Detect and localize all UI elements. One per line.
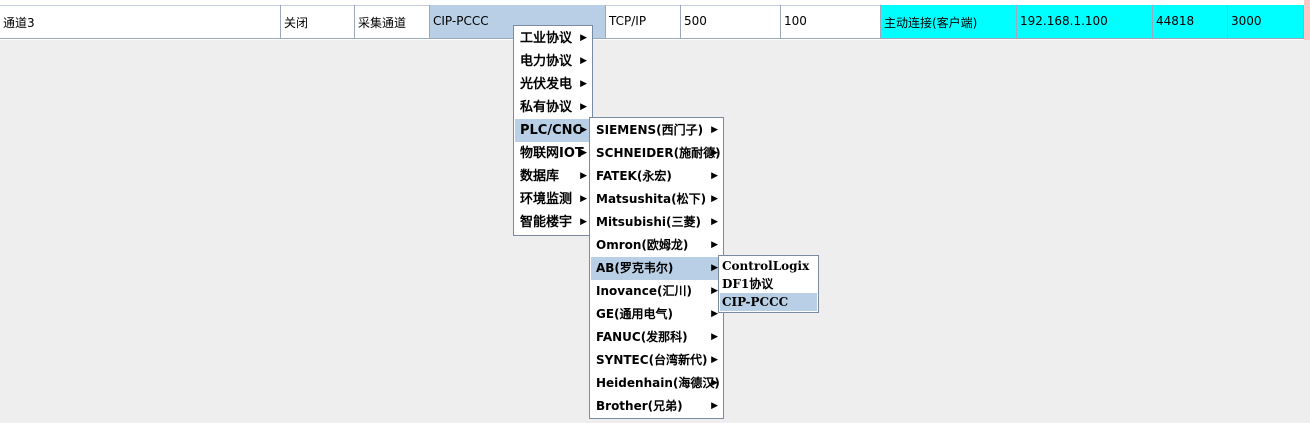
triangle-right-icon: ▶ xyxy=(711,378,718,388)
menu-item-label: Matsushita(松下) xyxy=(596,192,707,206)
triangle-right-icon: ▶ xyxy=(580,102,587,112)
menu-item-fanuc[interactable]: FANUC(发那科) ▶ xyxy=(591,326,722,349)
menu-item-label: Inovance(汇川) xyxy=(596,284,692,298)
menu-item-ab[interactable]: AB(罗克韦尔) ▶ xyxy=(591,257,722,280)
triangle-right-icon: ▶ xyxy=(580,33,587,43)
menu-item-label: SIEMENS(西门子) xyxy=(596,123,704,137)
triangle-right-icon: ▶ xyxy=(711,125,718,135)
menu-item-controllogix[interactable]: ControlLogix xyxy=(720,257,817,275)
triangle-right-icon: ▶ xyxy=(711,332,718,342)
cell-ip-address[interactable]: 192.168.1.100 xyxy=(1017,5,1153,39)
menu-item-label: 光伏发电 xyxy=(520,77,573,92)
menu-item-label: SCHNEIDER(施耐德) xyxy=(596,146,721,160)
triangle-right-icon: ▶ xyxy=(580,171,587,181)
menu-item-label: 物联网IOT xyxy=(520,146,584,161)
menu-item-label: Brother(兄弟) xyxy=(596,399,683,413)
triangle-right-icon: ▶ xyxy=(580,125,587,135)
menu-item-label: 智能楼宇 xyxy=(520,215,573,230)
menu-item-heidenhain[interactable]: Heidenhain(海德汉) ▶ xyxy=(591,372,722,395)
menu-item-label: FATEK(永宏) xyxy=(596,169,672,183)
menu-item-label: AB(罗克韦尔) xyxy=(596,261,674,275)
triangle-right-icon: ▶ xyxy=(580,79,587,89)
menu-item-database[interactable]: 数据库 ▶ xyxy=(515,165,591,188)
ab-protocol-menu[interactable]: ControlLogix DF1协议 CIP-PCCC xyxy=(718,255,819,313)
menu-item-mitsubishi[interactable]: Mitsubishi(三菱) ▶ xyxy=(591,211,722,234)
triangle-right-icon: ▶ xyxy=(711,240,718,250)
table-row[interactable]: 通道3 关闭 采集通道 CIP-PCCC TCP/IP 500 100 主动连接… xyxy=(0,0,1310,40)
menu-item-plc-cnc[interactable]: PLC/CNC ▶ xyxy=(515,119,591,142)
cell-value-1[interactable]: 500 xyxy=(681,5,781,39)
menu-item-label: 工业协议 xyxy=(520,31,573,46)
menu-item-private[interactable]: 私有协议 ▶ xyxy=(515,96,591,119)
triangle-right-icon: ▶ xyxy=(580,56,587,66)
menu-item-environment[interactable]: 环境监测 ▶ xyxy=(515,188,591,211)
triangle-right-icon: ▶ xyxy=(711,263,718,273)
triangle-right-icon: ▶ xyxy=(711,171,718,181)
menu-item-schneider[interactable]: SCHNEIDER(施耐德) ▶ xyxy=(591,142,722,165)
menu-item-industrial[interactable]: 工业协议 ▶ xyxy=(515,27,591,50)
cell-port[interactable]: 44818 xyxy=(1153,5,1228,39)
menu-item-label: 私有协议 xyxy=(520,100,573,115)
triangle-right-icon: ▶ xyxy=(711,309,718,319)
menu-item-label: PLC/CNC xyxy=(520,123,583,138)
menu-item-label: 电力协议 xyxy=(520,54,573,69)
menu-item-df1[interactable]: DF1协议 xyxy=(720,275,817,293)
triangle-right-icon: ▶ xyxy=(711,217,718,227)
triangle-right-icon: ▶ xyxy=(580,194,587,204)
menu-item-label: Heidenhain(海德汉) xyxy=(596,376,720,390)
cell-channel-name[interactable]: 通道3 xyxy=(0,5,281,39)
triangle-right-icon: ▶ xyxy=(711,148,718,158)
menu-item-omron[interactable]: Omron(欧姆龙) ▶ xyxy=(591,234,722,257)
cell-transport[interactable]: TCP/IP xyxy=(606,5,681,39)
scrollbar-edge xyxy=(1304,0,1310,40)
menu-item-cip-pccc[interactable]: CIP-PCCC xyxy=(720,293,817,311)
menu-item-iot[interactable]: 物联网IOT ▶ xyxy=(515,142,591,165)
menu-item-label: FANUC(发那科) xyxy=(596,330,688,344)
cell-timeout[interactable]: 3000 xyxy=(1228,5,1304,39)
menu-item-building[interactable]: 智能楼宇 ▶ xyxy=(515,211,591,234)
menu-item-solar[interactable]: 光伏发电 ▶ xyxy=(515,73,591,96)
cell-channel-type[interactable]: 采集通道 xyxy=(355,5,430,39)
triangle-right-icon: ▶ xyxy=(711,286,718,296)
protocol-category-menu[interactable]: 工业协议 ▶ 电力协议 ▶ 光伏发电 ▶ 私有协议 ▶ PLC/CNC ▶ 物联网IOT ▶… xyxy=(513,25,593,236)
cell-connect-mode[interactable]: 主动连接(客户端) xyxy=(881,5,1017,39)
menu-item-syntec[interactable]: SYNTEC(台湾新代) ▶ xyxy=(591,349,722,372)
triangle-right-icon: ▶ xyxy=(580,217,587,227)
menu-item-ge[interactable]: GE(通用电气) ▶ xyxy=(591,303,722,326)
menu-item-label: GE(通用电气) xyxy=(596,307,674,321)
row-marker xyxy=(1304,0,1310,40)
menu-item-fatek[interactable]: FATEK(永宏) ▶ xyxy=(591,165,722,188)
menu-item-label: Omron(欧姆龙) xyxy=(596,238,689,252)
menu-item-label: 数据库 xyxy=(520,169,560,184)
triangle-right-icon: ▶ xyxy=(711,194,718,204)
triangle-right-icon: ▶ xyxy=(580,148,587,158)
triangle-right-icon: ▶ xyxy=(711,401,718,411)
menu-item-label: SYNTEC(台湾新代) xyxy=(596,353,708,367)
menu-item-matsushita[interactable]: Matsushita(松下) ▶ xyxy=(591,188,722,211)
cell-status[interactable]: 关闭 xyxy=(281,5,355,39)
menu-item-label: 环境监测 xyxy=(520,192,573,207)
plc-vendor-menu[interactable]: SIEMENS(西门子) ▶ SCHNEIDER(施耐德) ▶ FATEK(永宏) ▶… xyxy=(589,117,724,419)
menu-item-brother[interactable]: Brother(兄弟) ▶ xyxy=(591,395,722,418)
menu-item-inovance[interactable]: Inovance(汇川) ▶ xyxy=(591,280,722,303)
menu-item-siemens[interactable]: SIEMENS(西门子) ▶ xyxy=(591,119,722,142)
menu-item-power[interactable]: 电力协议 ▶ xyxy=(515,50,591,73)
cell-value-2[interactable]: 100 xyxy=(781,5,881,39)
menu-item-label: Mitsubishi(三菱) xyxy=(596,215,701,229)
triangle-right-icon: ▶ xyxy=(711,355,718,365)
